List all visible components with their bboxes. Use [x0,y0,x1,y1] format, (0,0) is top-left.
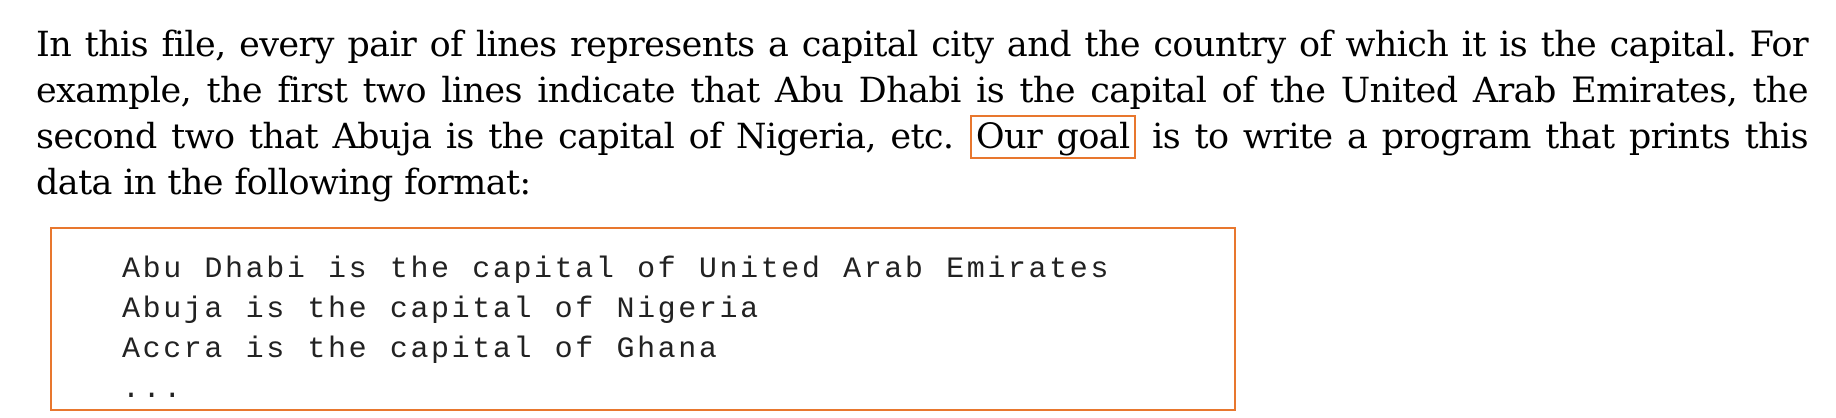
code-line: Accra is the capital of Ghana [122,333,720,367]
highlighted-phrase: Our goal [969,115,1136,159]
code-lines: Abu Dhabi is the capital of United Arab … [122,250,1111,410]
document-page: In this file, every pair of lines repres… [36,0,1809,411]
code-line-ellipsis: ... [122,373,184,407]
code-line: Abu Dhabi is the capital of United Arab … [122,253,1111,287]
intro-paragraph: In this file, every pair of lines repres… [36,0,1809,206]
code-line: Abuja is the capital of Nigeria [122,293,761,327]
output-format-box: Abu Dhabi is the capital of United Arab … [50,227,1236,411]
